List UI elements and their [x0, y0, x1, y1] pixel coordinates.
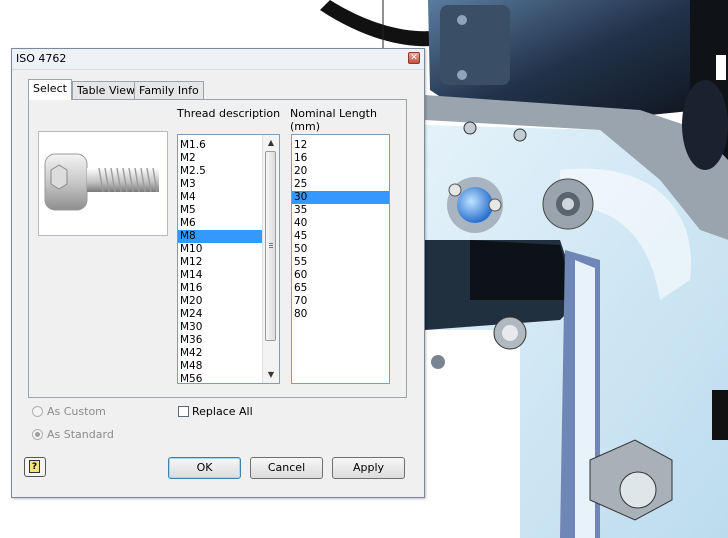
list-item[interactable]: M56: [178, 373, 263, 383]
dialog-titlebar[interactable]: ISO 4762 ✕: [12, 49, 424, 70]
tab-family-info[interactable]: Family Info: [134, 81, 204, 99]
list-item[interactable]: M5: [178, 204, 263, 217]
help-button[interactable]: ?: [24, 457, 46, 477]
list-item[interactable]: M6: [178, 217, 263, 230]
replace-all-label: Replace All: [192, 405, 253, 418]
apply-button[interactable]: Apply: [332, 457, 405, 479]
list-item[interactable]: M24: [178, 308, 263, 321]
as-custom-option[interactable]: As Custom: [32, 405, 106, 418]
as-standard-radio[interactable]: [32, 429, 43, 440]
bolt-preview-icon: [38, 131, 168, 236]
list-item[interactable]: 60: [292, 269, 389, 282]
list-item[interactable]: M2.5: [178, 165, 263, 178]
dialog-title: ISO 4762: [16, 52, 67, 65]
as-standard-label: As Standard: [47, 428, 114, 441]
list-item[interactable]: M8: [178, 230, 263, 243]
scroll-up-arrow-icon[interactable]: ▲: [263, 136, 279, 150]
thread-description-label: Thread description: [177, 107, 281, 120]
list-item[interactable]: M1.6: [178, 139, 263, 152]
close-icon[interactable]: ✕: [408, 52, 420, 64]
list-item[interactable]: M20: [178, 295, 263, 308]
replace-all-checkbox[interactable]: [178, 406, 189, 417]
list-item[interactable]: 20: [292, 165, 389, 178]
list-item[interactable]: 80: [292, 308, 389, 321]
list-item[interactable]: M30: [178, 321, 263, 334]
list-item[interactable]: M2: [178, 152, 263, 165]
list-item[interactable]: M42: [178, 347, 263, 360]
list-item[interactable]: 25: [292, 178, 389, 191]
tab-select[interactable]: Select: [28, 79, 72, 100]
as-custom-label: As Custom: [47, 405, 106, 418]
list-item[interactable]: 16: [292, 152, 389, 165]
thread-scrollbar[interactable]: ▲ ▼: [262, 135, 279, 383]
list-item[interactable]: M3: [178, 178, 263, 191]
list-item[interactable]: 55: [292, 256, 389, 269]
list-item[interactable]: M10: [178, 243, 263, 256]
thread-description-listbox[interactable]: M1.6 M2 M2.5 M3 M4 M5 M6 M8 M10 M12 M14 M16 M20 M24 M3…: [177, 134, 280, 384]
list-item[interactable]: 45: [292, 230, 389, 243]
list-item[interactable]: 70: [292, 295, 389, 308]
nominal-length-unit: (mm): [290, 120, 321, 133]
list-item[interactable]: M12: [178, 256, 263, 269]
nominal-length-listbox[interactable]: 12 16 20 25 30 35 40 45 50 55 60 65 70 80: [291, 134, 390, 384]
list-item[interactable]: 40: [292, 217, 389, 230]
list-item[interactable]: 65: [292, 282, 389, 295]
replace-all-option[interactable]: Replace All: [178, 405, 253, 418]
help-icon: ?: [29, 460, 40, 473]
as-custom-radio[interactable]: [32, 406, 43, 417]
as-standard-option[interactable]: As Standard: [32, 428, 114, 441]
nominal-length-label: Nominal Length: [290, 107, 377, 120]
list-item[interactable]: M36: [178, 334, 263, 347]
list-item[interactable]: M14: [178, 269, 263, 282]
list-item[interactable]: M48: [178, 360, 263, 373]
list-item[interactable]: 35: [292, 204, 389, 217]
iso-4762-dialog: ISO 4762 ✕ Select Table View Family Info: [11, 48, 425, 498]
list-item[interactable]: 50: [292, 243, 389, 256]
scroll-down-arrow-icon[interactable]: ▼: [263, 368, 279, 382]
list-item[interactable]: 12: [292, 139, 389, 152]
list-item[interactable]: M4: [178, 191, 263, 204]
cancel-button[interactable]: Cancel: [250, 457, 323, 479]
ok-button[interactable]: OK: [168, 457, 241, 479]
list-item[interactable]: 30: [292, 191, 389, 204]
list-item[interactable]: M16: [178, 282, 263, 295]
tab-table-view[interactable]: Table View: [72, 81, 141, 99]
scroll-thumb[interactable]: [265, 151, 276, 341]
